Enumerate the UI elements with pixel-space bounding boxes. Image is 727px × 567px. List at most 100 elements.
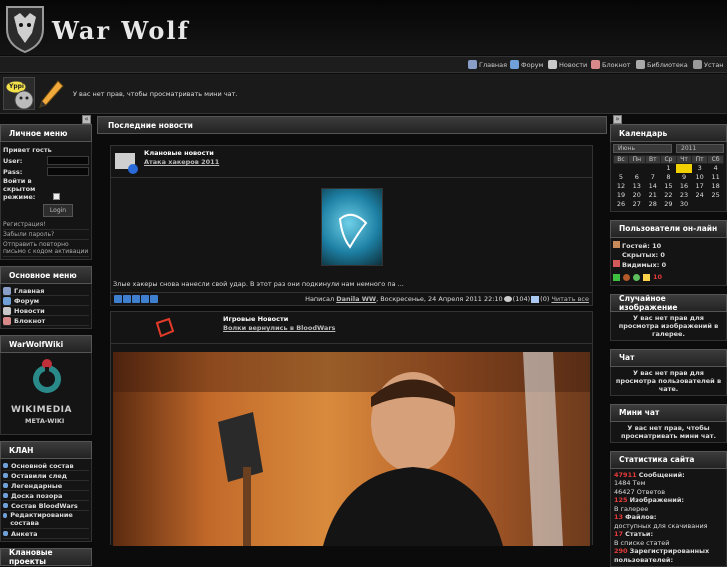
calendar-day[interactable]: 20: [628, 191, 645, 200]
nav-notepad[interactable]: Блокнот: [591, 60, 631, 69]
news-title-link[interactable]: Волки вернулись в BloodWars: [223, 324, 335, 332]
clan-item-edit[interactable]: Редактирование состава: [3, 511, 89, 529]
clan-item-legends[interactable]: Легендарные: [3, 481, 89, 491]
register-link[interactable]: Регистрация!: [3, 220, 89, 230]
refresh-icon[interactable]: [633, 274, 640, 281]
online-users: Гостей: 10 Скрытых: 0 Видимых: 0 10: [610, 238, 727, 286]
hidden-mode-checkbox[interactable]: [53, 193, 60, 200]
stat-text: доступных для скачивания: [614, 522, 723, 531]
stat-label: Сообщений:: [639, 471, 685, 479]
plus-icon[interactable]: [613, 274, 620, 281]
password-input[interactable]: [47, 167, 89, 176]
calendar-day[interactable]: 29: [660, 200, 676, 209]
arrow-icon: [3, 483, 8, 488]
wiki-block[interactable]: WIKIMEDIA META-WIKI: [0, 353, 92, 435]
resend-activation-link[interactable]: Отправить повторно письмо с кодом актива…: [3, 240, 89, 257]
calendar-day[interactable]: [708, 200, 724, 209]
month-select[interactable]: Июнь: [613, 144, 672, 153]
site-stats-title: Статистика сайта: [610, 451, 727, 469]
calendar-day[interactable]: [614, 164, 629, 173]
gear-icon[interactable]: [623, 274, 630, 281]
calendar-day-today[interactable]: 2: [676, 164, 691, 173]
calendar-day[interactable]: 6: [628, 173, 645, 182]
calendar-day[interactable]: 18: [708, 182, 724, 191]
library-icon: [636, 60, 645, 69]
clan-item-main[interactable]: Основной состав: [3, 461, 89, 471]
calendar-day[interactable]: 7: [645, 173, 660, 182]
calendar-day[interactable]: 8: [660, 173, 676, 182]
login-button[interactable]: Login: [43, 204, 73, 217]
star-icon[interactable]: [132, 295, 140, 303]
clan-item-form[interactable]: Анкета: [3, 529, 89, 539]
pencil-icon[interactable]: [38, 79, 64, 109]
read-all-link[interactable]: Читать все: [551, 295, 589, 303]
nav-home[interactable]: Главная: [468, 60, 507, 69]
menu-item-news[interactable]: Новости: [3, 306, 89, 316]
online-count-icon: [643, 274, 650, 281]
calendar-day[interactable]: 19: [614, 191, 629, 200]
game-news-icon: [151, 315, 177, 341]
news-title-link[interactable]: Атака хакеров 2011: [144, 158, 219, 166]
nav-install[interactable]: Устан: [693, 60, 724, 69]
calendar-day[interactable]: 3: [692, 164, 708, 173]
collapse-right-button[interactable]: »: [613, 115, 622, 124]
year-select[interactable]: 2011: [676, 144, 724, 153]
calendar-day[interactable]: 22: [660, 191, 676, 200]
star-icon[interactable]: [150, 295, 158, 303]
clan-item-traces[interactable]: Оставили след: [3, 471, 89, 481]
news-icon: [548, 60, 557, 69]
egg-art: [322, 189, 384, 267]
calendar-day[interactable]: [692, 200, 708, 209]
nav-library[interactable]: Библиотека: [636, 60, 688, 69]
calendar-day[interactable]: 17: [692, 182, 708, 191]
calendar-day[interactable]: [628, 164, 645, 173]
calendar-day[interactable]: 28: [645, 200, 660, 209]
personal-menu-title: Личное меню: [0, 124, 92, 142]
collapse-left-button[interactable]: «: [82, 115, 91, 124]
calendar-day[interactable]: 12: [614, 182, 629, 191]
main-menu-title: Основное меню: [0, 266, 92, 284]
calendar-day[interactable]: 24: [692, 191, 708, 200]
star-icon[interactable]: [123, 295, 131, 303]
person-with-shovel: [113, 352, 590, 546]
nav-news[interactable]: Новости: [548, 60, 587, 69]
news-photo[interactable]: [113, 352, 590, 546]
clan-item-bloodwars[interactable]: Состав BloodWars: [3, 501, 89, 511]
star-icon[interactable]: [141, 295, 149, 303]
calendar-day[interactable]: 11: [708, 173, 724, 182]
calendar-day[interactable]: [645, 164, 660, 173]
weekday-header: Сб: [708, 156, 724, 164]
wolf-shield-logo[interactable]: [4, 3, 46, 53]
site-title[interactable]: War Wolf: [52, 16, 190, 45]
menu-item-notepad[interactable]: Блокнот: [3, 316, 89, 326]
username-input[interactable]: [47, 156, 89, 165]
calendar-day[interactable]: 27: [628, 200, 645, 209]
calendar-day[interactable]: 30: [676, 200, 691, 209]
calendar-day[interactable]: 16: [676, 182, 691, 191]
menu-item-home[interactable]: Главная: [3, 286, 89, 296]
weekday-header: Вс: [614, 156, 629, 164]
calendar-day[interactable]: 1: [660, 164, 676, 173]
calendar-day[interactable]: 13: [628, 182, 645, 191]
calendar-day[interactable]: 23: [676, 191, 691, 200]
stat-label: Статьи:: [625, 530, 653, 538]
calendar-day[interactable]: 25: [708, 191, 724, 200]
rating-stars[interactable]: [114, 295, 158, 303]
star-icon[interactable]: [114, 295, 122, 303]
author-link[interactable]: Danila WW: [336, 295, 376, 303]
calendar-day[interactable]: 9: [676, 173, 691, 182]
online-count: 10: [653, 273, 662, 282]
calendar-day[interactable]: 26: [614, 200, 629, 209]
calendar-day[interactable]: 15: [660, 182, 676, 191]
calendar-day[interactable]: 10: [692, 173, 708, 182]
menu-item-forum[interactable]: Форум: [3, 296, 89, 306]
news-image[interactable]: [321, 188, 383, 266]
calendar-day[interactable]: 14: [645, 182, 660, 191]
forgot-password-link[interactable]: Забыли пароль?: [3, 230, 89, 240]
calendar-day[interactable]: 21: [645, 191, 660, 200]
calendar-day[interactable]: 5: [614, 173, 629, 182]
calendar-day[interactable]: 4: [708, 164, 724, 173]
minichat-title: Мини чат: [610, 404, 727, 422]
clan-item-shame[interactable]: Доска позора: [3, 491, 89, 501]
nav-forum[interactable]: Форум: [510, 60, 543, 69]
